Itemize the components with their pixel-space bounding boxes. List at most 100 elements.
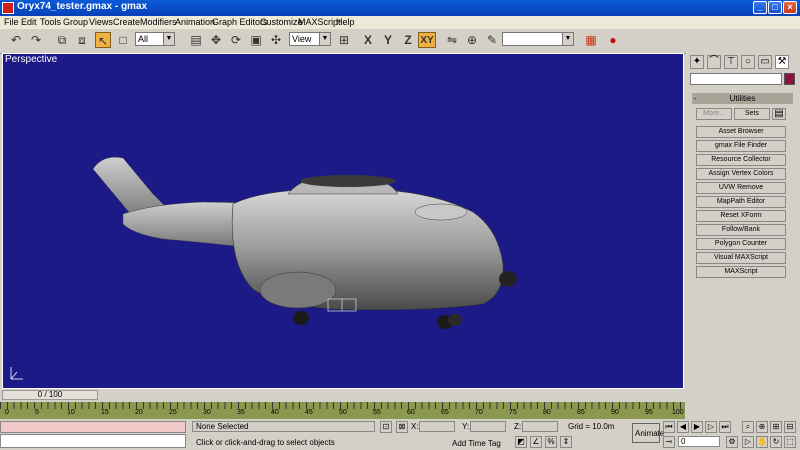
material-editor-icon[interactable]: ▦: [583, 32, 599, 48]
hierarchy-tab-icon[interactable]: ⊤: [724, 55, 738, 69]
menu-group[interactable]: Group: [63, 16, 88, 29]
utilities-tab-icon[interactable]: ⚒: [775, 55, 789, 69]
animate-toggle-button[interactable]: Animate: [632, 423, 664, 443]
rotate-icon[interactable]: ⟳: [228, 32, 244, 48]
menu-maxscript[interactable]: MAXScript: [298, 16, 341, 29]
percent-snap-icon[interactable]: %: [545, 436, 557, 448]
follow-bank-button[interactable]: Follow/Bank: [696, 224, 786, 236]
time-slider[interactable]: 0 / 100: [0, 390, 685, 401]
next-frame-icon[interactable]: ▷: [705, 421, 717, 433]
time-configuration-icon[interactable]: ⚙: [726, 436, 738, 448]
track-bar[interactable]: 0 5 10 15 20 25 30 35 40 45 50 55 60 65 …: [0, 402, 685, 419]
select-by-name-icon[interactable]: ▤: [188, 32, 204, 48]
minimize-button[interactable]: _: [753, 1, 767, 14]
lock-selection-icon[interactable]: ⊡: [380, 421, 392, 433]
scale-icon[interactable]: ▣: [248, 32, 264, 48]
sets-button[interactable]: Sets: [734, 108, 770, 120]
modify-tab-icon[interactable]: ⌒: [707, 55, 721, 69]
absolute-mode-icon[interactable]: ⊠: [396, 421, 408, 433]
zoom-extents-all-icon[interactable]: ⊟: [784, 421, 796, 433]
spinner-snap-icon[interactable]: ⇕: [560, 436, 572, 448]
mirror-icon[interactable]: ⇋: [444, 32, 460, 48]
uvw-remove-button[interactable]: UVW Remove: [696, 182, 786, 194]
menu-help[interactable]: Help: [336, 16, 355, 29]
y-coordinate-field[interactable]: [470, 421, 506, 432]
align-icon[interactable]: ⊕: [464, 32, 480, 48]
z-coordinate-field[interactable]: [522, 421, 558, 432]
arc-rotate-icon[interactable]: ↻: [770, 436, 782, 448]
tick-label: 0: [5, 409, 9, 416]
restrict-xy-button[interactable]: XY: [418, 32, 436, 48]
selection-filter-dropdown[interactable]: All ▼: [135, 32, 175, 46]
menu-views[interactable]: Views: [89, 16, 113, 29]
angle-snap-icon[interactable]: ∠: [530, 436, 542, 448]
resource-collector-button[interactable]: Resource Collector: [696, 154, 786, 166]
x-coordinate-field[interactable]: [419, 421, 455, 432]
object-name-field[interactable]: [690, 73, 782, 85]
move-icon[interactable]: ✥: [208, 32, 224, 48]
restrict-x-button[interactable]: X: [360, 32, 376, 48]
select-object-icon[interactable]: ↖: [95, 32, 111, 48]
named-selection-dropdown[interactable]: ▼: [502, 32, 574, 46]
unlink-icon[interactable]: ⧈: [74, 32, 90, 48]
add-time-tag-button[interactable]: Add Time Tag: [452, 439, 501, 448]
maximize-button[interactable]: □: [768, 1, 782, 14]
maximize-viewport-icon[interactable]: ⬚: [784, 436, 796, 448]
maxscript-button[interactable]: MAXScript: [696, 266, 786, 278]
helicopter-model[interactable]: [3, 54, 683, 388]
mappath-editor-button[interactable]: MapPath Editor: [696, 196, 786, 208]
asset-browser-button[interactable]: Asset Browser: [696, 126, 786, 138]
maxscript-listener-output[interactable]: [0, 434, 186, 448]
zoom-icon[interactable]: ⌕: [742, 421, 754, 433]
snap-toggle-icon[interactable]: ◩: [515, 436, 527, 448]
undo-icon[interactable]: ↶: [8, 32, 24, 48]
current-frame-field[interactable]: 0: [678, 436, 720, 447]
restrict-z-button[interactable]: Z: [400, 32, 416, 48]
field-of-view-icon[interactable]: ▷: [742, 436, 754, 448]
pan-icon[interactable]: ✋: [756, 436, 768, 448]
tick-label: 5: [35, 409, 39, 416]
render-teapot-icon[interactable]: ●: [605, 32, 621, 48]
zoom-extents-icon[interactable]: ⊞: [770, 421, 782, 433]
use-pivot-icon[interactable]: ⊞: [336, 32, 352, 48]
go-to-end-icon[interactable]: ⏭: [719, 421, 731, 433]
previous-frame-icon[interactable]: ◀: [677, 421, 689, 433]
tick-label: 20: [135, 409, 143, 416]
create-tab-icon[interactable]: ✦: [690, 55, 704, 69]
link-icon[interactable]: ⧉: [54, 32, 70, 48]
polygon-counter-button[interactable]: Polygon Counter: [696, 238, 786, 250]
menu-create[interactable]: Create: [113, 16, 140, 29]
x-label: X:: [411, 422, 419, 431]
restrict-y-button[interactable]: Y: [380, 32, 396, 48]
gmax-file-finder-button[interactable]: gmax File Finder: [696, 140, 786, 152]
go-to-start-icon[interactable]: ⏮: [663, 421, 675, 433]
gmax-app-icon[interactable]: [2, 2, 14, 14]
assign-vertex-colors-button[interactable]: Assign Vertex Colors: [696, 168, 786, 180]
motion-tab-icon[interactable]: ○: [741, 55, 755, 69]
menu-edit[interactable]: Edit: [21, 16, 37, 29]
reference-coordinate-dropdown[interactable]: View ▼: [289, 32, 331, 46]
play-icon[interactable]: ▶: [691, 421, 703, 433]
maxscript-listener-macro[interactable]: [0, 421, 186, 433]
object-color-swatch[interactable]: [784, 73, 795, 85]
key-mode-icon[interactable]: ⊸: [663, 436, 675, 448]
configure-sets-icon[interactable]: ▤: [772, 108, 786, 120]
more-button[interactable]: More...: [696, 108, 732, 120]
redo-icon[interactable]: ↷: [28, 32, 44, 48]
perspective-viewport[interactable]: Perspective: [2, 53, 684, 389]
close-button[interactable]: ×: [783, 1, 797, 14]
time-slider-thumb[interactable]: 0 / 100: [2, 390, 98, 400]
reset-xform-button[interactable]: Reset XForm: [696, 210, 786, 222]
menu-modifiers[interactable]: Modifiers: [140, 16, 177, 29]
menu-customize[interactable]: Customize: [260, 16, 303, 29]
select-region-icon[interactable]: □: [115, 32, 131, 48]
display-tab-icon[interactable]: ▭: [758, 55, 772, 69]
visual-maxscript-button[interactable]: Visual MAXScript: [696, 252, 786, 264]
zoom-all-icon[interactable]: ⊕: [756, 421, 768, 433]
menu-animation[interactable]: Animation: [175, 16, 215, 29]
utilities-rollout-header[interactable]: - Utilities: [692, 93, 793, 104]
eyedropper-icon[interactable]: ✎: [484, 32, 500, 48]
menu-file[interactable]: File: [4, 16, 19, 29]
menu-tools[interactable]: Tools: [40, 16, 61, 29]
pivot-center-icon[interactable]: ✣: [268, 32, 284, 48]
